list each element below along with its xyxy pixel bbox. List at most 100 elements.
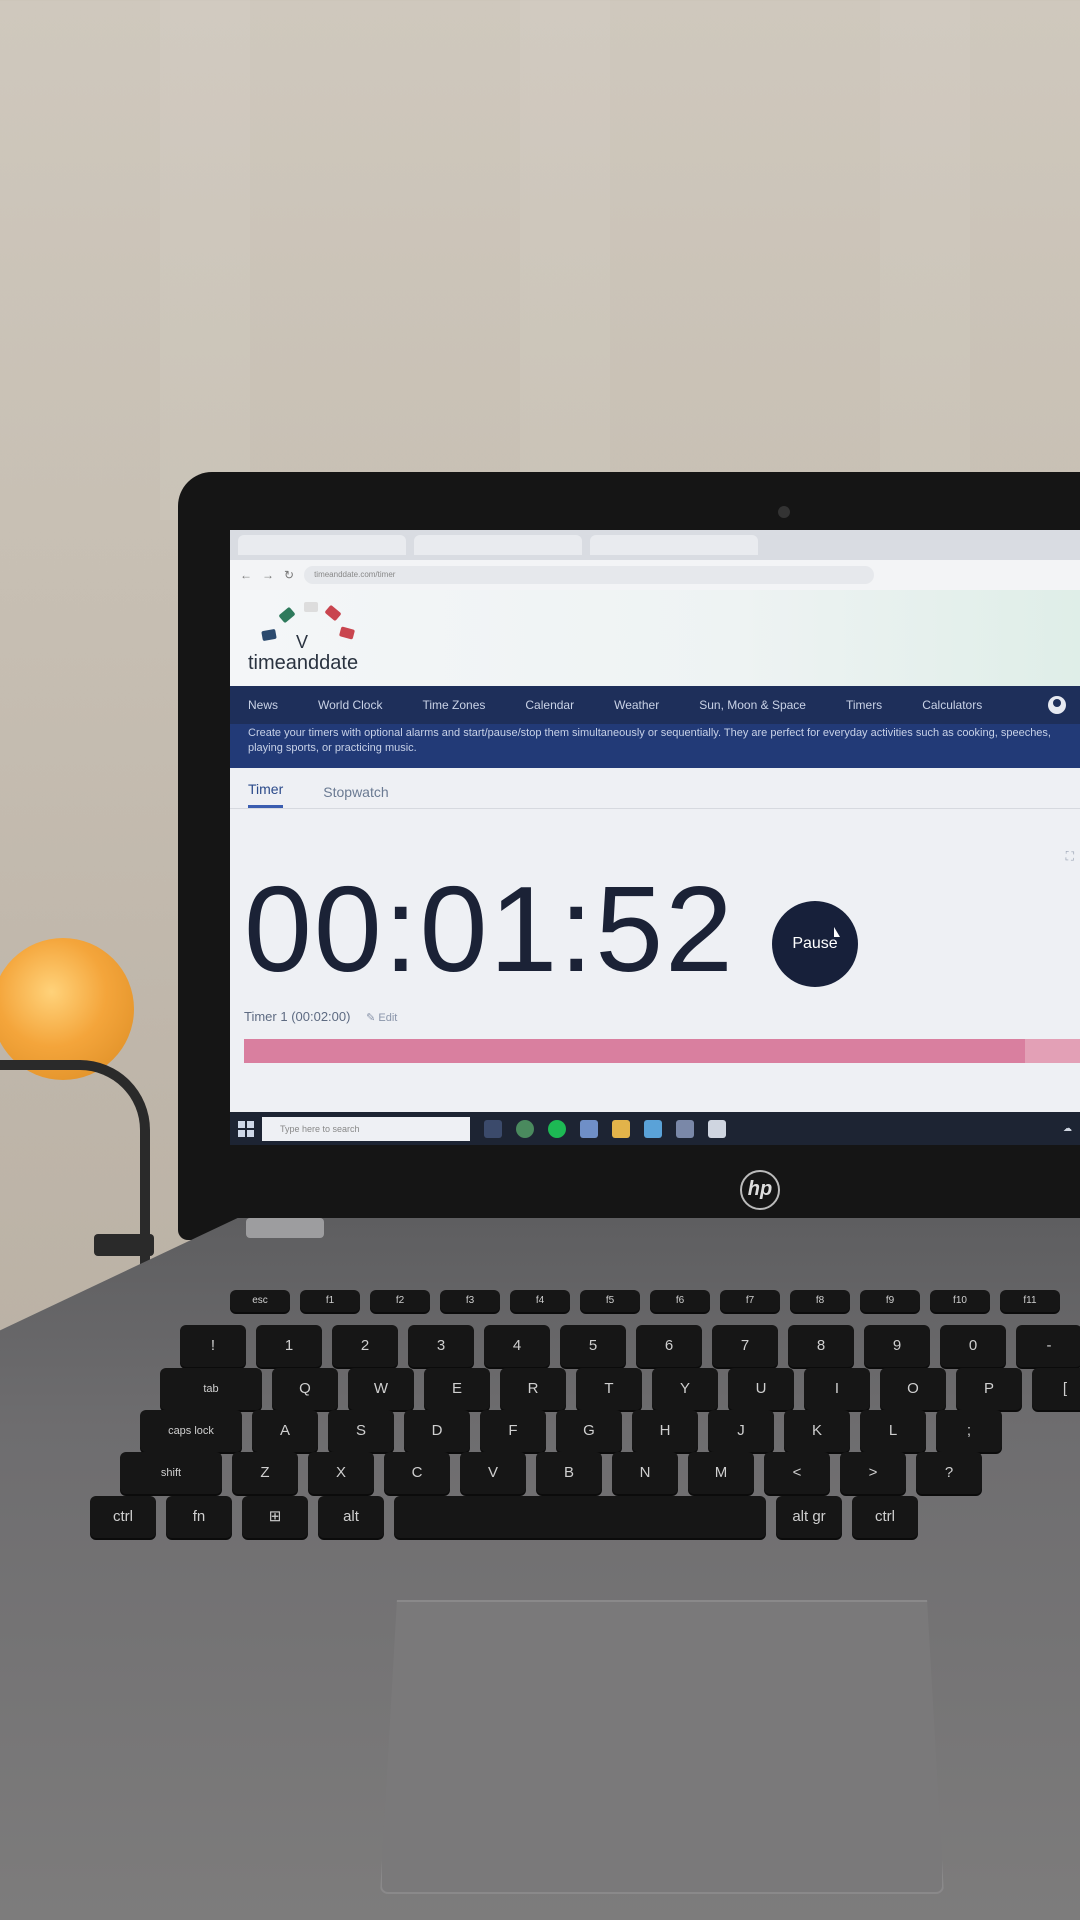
key[interactable]: f11 (1000, 1290, 1060, 1312)
key[interactable]: esc (230, 1290, 290, 1312)
key[interactable]: 4 (484, 1325, 550, 1367)
url-field[interactable]: timeanddate.com/timer (304, 566, 875, 584)
key[interactable]: H (632, 1410, 698, 1452)
browser-tab[interactable] (590, 535, 758, 555)
key[interactable]: F (480, 1410, 546, 1452)
key[interactable]: R (500, 1368, 566, 1410)
fullscreen-icon[interactable]: ⛶ (1066, 849, 1074, 864)
key[interactable]: f6 (650, 1290, 710, 1312)
key[interactable]: 6 (636, 1325, 702, 1367)
key[interactable]: fn (166, 1496, 232, 1538)
key[interactable]: 2 (332, 1325, 398, 1367)
key[interactable]: 8 (788, 1325, 854, 1367)
key[interactable]: f10 (930, 1290, 990, 1312)
nav-time-zones[interactable]: Time Zones (422, 698, 485, 712)
key[interactable]: D (404, 1410, 470, 1452)
key[interactable]: Z (232, 1452, 298, 1494)
nav-news[interactable]: News (248, 698, 278, 712)
key[interactable]: caps lock (140, 1410, 242, 1452)
account-icon[interactable] (1048, 696, 1066, 714)
logo-text[interactable]: timeanddate (248, 652, 358, 675)
key[interactable]: P (956, 1368, 1022, 1410)
nav-weather[interactable]: Weather (614, 698, 659, 712)
key[interactable]: ctrl (852, 1496, 918, 1538)
key[interactable]: alt gr (776, 1496, 842, 1538)
forward-icon[interactable]: → (262, 568, 274, 582)
key[interactable]: B (536, 1452, 602, 1494)
key[interactable]: Q (272, 1368, 338, 1410)
reload-icon[interactable]: ↻ (284, 568, 294, 582)
key[interactable]: S (328, 1410, 394, 1452)
key[interactable]: 0 (940, 1325, 1006, 1367)
key[interactable]: A (252, 1410, 318, 1452)
app-icon[interactable] (676, 1119, 694, 1138)
key[interactable]: 9 (864, 1325, 930, 1367)
key[interactable]: T (576, 1368, 642, 1410)
key[interactable] (394, 1496, 766, 1538)
chrome-icon[interactable] (516, 1119, 534, 1138)
key[interactable]: [ (1032, 1368, 1080, 1410)
nav-sun-moon-space[interactable]: Sun, Moon & Space (699, 698, 806, 712)
key[interactable]: Y (652, 1368, 718, 1410)
key[interactable]: V (460, 1452, 526, 1494)
key[interactable]: I (804, 1368, 870, 1410)
tab-stopwatch[interactable]: Stopwatch (323, 784, 388, 808)
key[interactable]: O (880, 1368, 946, 1410)
key[interactable]: 3 (408, 1325, 474, 1367)
nav-timers[interactable]: Timers (846, 698, 882, 712)
windows-start-icon[interactable] (238, 1120, 254, 1137)
key[interactable]: K (784, 1410, 850, 1452)
browser-tab[interactable] (238, 535, 406, 555)
key[interactable]: < (764, 1452, 830, 1494)
key[interactable]: f4 (510, 1290, 570, 1312)
key[interactable]: M (688, 1452, 754, 1494)
app-icon[interactable] (580, 1119, 598, 1138)
file-explorer-icon[interactable] (612, 1119, 630, 1138)
task-view-icon[interactable] (484, 1119, 502, 1138)
store-icon[interactable] (644, 1119, 662, 1138)
key[interactable]: f2 (370, 1290, 430, 1312)
key[interactable]: f1 (300, 1290, 360, 1312)
app-icon[interactable] (708, 1119, 726, 1138)
nav-calendar[interactable]: Calendar (525, 698, 574, 712)
key[interactable]: f7 (720, 1290, 780, 1312)
key[interactable]: > (840, 1452, 906, 1494)
key[interactable]: E (424, 1368, 490, 1410)
key[interactable]: ! (180, 1325, 246, 1367)
key[interactable]: U (728, 1368, 794, 1410)
key[interactable]: 1 (256, 1325, 322, 1367)
key[interactable]: 7 (712, 1325, 778, 1367)
edit-timer-link[interactable]: ✎ Edit (366, 1012, 397, 1024)
key[interactable]: ⊞ (242, 1496, 308, 1538)
key[interactable]: N (612, 1452, 678, 1494)
back-icon[interactable]: ← (240, 568, 252, 582)
key[interactable]: ; (936, 1410, 1002, 1452)
key[interactable]: f3 (440, 1290, 500, 1312)
pause-button[interactable]: Pause (772, 901, 858, 987)
spotify-icon[interactable] (548, 1119, 566, 1138)
taskbar-search-input[interactable]: Type here to search (262, 1116, 470, 1141)
key[interactable]: f5 (580, 1290, 640, 1312)
key[interactable]: J (708, 1410, 774, 1452)
nav-calculators[interactable]: Calculators (922, 698, 982, 712)
key[interactable]: tab (160, 1368, 262, 1410)
key[interactable]: ? (916, 1452, 982, 1494)
key[interactable]: 5 (560, 1325, 626, 1367)
key[interactable]: W (348, 1368, 414, 1410)
key[interactable]: X (308, 1452, 374, 1494)
touchpad[interactable] (380, 1600, 944, 1894)
system-tray[interactable]: ☁ (1063, 1123, 1072, 1134)
key[interactable]: L (860, 1410, 926, 1452)
key[interactable]: shift (120, 1452, 222, 1494)
key[interactable]: alt (318, 1496, 384, 1538)
key[interactable]: C (384, 1452, 450, 1494)
key[interactable]: ctrl (90, 1496, 156, 1538)
logo-icon[interactable]: V (260, 602, 360, 654)
tab-timer[interactable]: Timer (248, 781, 284, 808)
key[interactable]: f8 (790, 1290, 850, 1312)
key[interactable]: G (556, 1410, 622, 1452)
key[interactable]: f9 (860, 1290, 920, 1312)
nav-world-clock[interactable]: World Clock (318, 698, 382, 712)
browser-tab[interactable] (414, 535, 582, 555)
key[interactable]: - (1016, 1325, 1080, 1367)
